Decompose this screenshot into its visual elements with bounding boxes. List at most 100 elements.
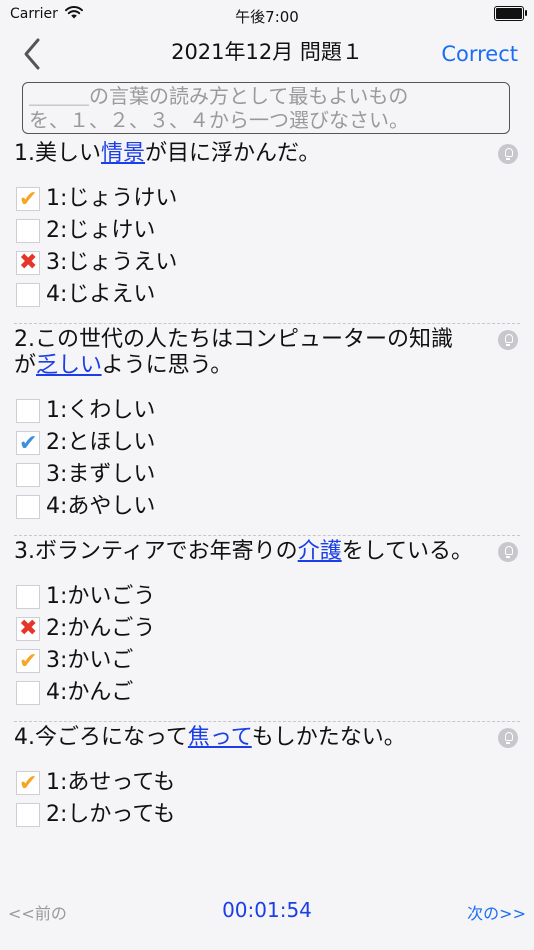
option-checkbox[interactable] bbox=[16, 463, 40, 487]
option-row[interactable]: 2:しかっても bbox=[0, 799, 534, 831]
instruction-line-1: ＿＿＿の言葉の読み方として最もよいもの bbox=[29, 84, 409, 108]
question-4: 4.今ごろになって焦ってもしかたない。 ✔ 1:あせっても 2:しかっても bbox=[0, 722, 534, 831]
option-checkbox[interactable] bbox=[16, 219, 40, 243]
option-reading: じょけい bbox=[67, 218, 156, 243]
option-number: 2: bbox=[46, 430, 68, 455]
option-checkbox[interactable]: ✖ bbox=[16, 617, 40, 641]
question-number: 1. bbox=[14, 141, 35, 166]
option-row[interactable]: 1:くわしい bbox=[0, 395, 534, 427]
checkmark-icon: ✔ bbox=[19, 649, 38, 674]
option-row[interactable]: ✖ 2:かんごう bbox=[0, 613, 534, 645]
question-number: 3. bbox=[14, 539, 35, 564]
lightbulb-hint-icon[interactable] bbox=[498, 144, 518, 164]
option-text: 2:じょけい bbox=[46, 215, 155, 247]
option-text: 4:かんご bbox=[46, 677, 133, 709]
cross-mark-icon: ✖ bbox=[19, 616, 38, 641]
option-number: 1: bbox=[46, 770, 68, 795]
option-number: 4: bbox=[46, 680, 68, 705]
option-checkbox[interactable]: ✔ bbox=[16, 771, 40, 795]
question-text-part: をしている。 bbox=[341, 539, 474, 564]
option-text: 3:かいご bbox=[46, 645, 133, 677]
option-number: 2: bbox=[46, 802, 68, 827]
status-time: 午後7:00 bbox=[235, 8, 299, 26]
option-reading: まずしい bbox=[67, 462, 156, 487]
option-number: 1: bbox=[46, 584, 68, 609]
option-row[interactable]: 4:じよえい bbox=[0, 279, 534, 311]
option-list: ✔ 1:じょうけい 2:じょけい ✖ 3:じょうえい 4:じよえい bbox=[0, 183, 534, 311]
question-text: 3.ボランティアでお年寄りの介護をしている。 bbox=[0, 536, 534, 565]
option-row[interactable]: ✔ 2:とほしい bbox=[0, 427, 534, 459]
option-text: 1:かいごう bbox=[46, 581, 155, 613]
option-row[interactable]: ✔ 3:かいご bbox=[0, 645, 534, 677]
option-text: 4:あやしい bbox=[46, 491, 155, 523]
instruction-line-2: を、１、２、３、４から一つ選びなさい。 bbox=[29, 108, 409, 132]
option-checkbox[interactable]: ✖ bbox=[16, 251, 40, 275]
option-row[interactable]: 4:かんご bbox=[0, 677, 534, 709]
option-number: 4: bbox=[46, 282, 68, 307]
question-text: 2.この世代の人たちはコンピューターの知識が乏しいように思う。 bbox=[0, 324, 534, 379]
option-reading: かいご bbox=[67, 648, 134, 673]
question-text-part: もしかたない。 bbox=[251, 725, 406, 750]
correct-button[interactable]: Correct bbox=[441, 42, 518, 66]
question-text-part: が目に浮かんだ。 bbox=[145, 141, 321, 166]
option-row[interactable]: 2:じょけい bbox=[0, 215, 534, 247]
question-text-part: 今ごろになって bbox=[35, 725, 188, 750]
option-checkbox[interactable]: ✔ bbox=[16, 187, 40, 211]
target-word: 介護 bbox=[297, 539, 342, 564]
option-number: 2: bbox=[46, 616, 68, 641]
option-reading: じょうえい bbox=[67, 250, 178, 275]
target-word: 乏しい bbox=[36, 353, 102, 378]
next-button[interactable]: 次の>> bbox=[467, 900, 526, 924]
option-reading: じよえい bbox=[67, 282, 156, 307]
status-bar: Carrier 午後7:00 bbox=[0, 0, 534, 28]
option-row[interactable]: 3:まずしい bbox=[0, 459, 534, 491]
timer: 00:01:54 bbox=[222, 898, 312, 922]
checkmark-icon: ✔ bbox=[19, 431, 38, 456]
checkmark-icon: ✔ bbox=[19, 187, 38, 212]
option-reading: かんごう bbox=[67, 616, 156, 641]
lightbulb-hint-icon[interactable] bbox=[498, 728, 518, 748]
option-text: 2:しかっても bbox=[46, 799, 175, 831]
option-number: 3: bbox=[46, 250, 68, 275]
option-row[interactable]: 1:かいごう bbox=[0, 581, 534, 613]
option-list: 1:かいごう ✖ 2:かんごう ✔ 3:かいご 4:かんご bbox=[0, 581, 534, 709]
question-text: 1.美しい情景が目に浮かんだ。 bbox=[0, 138, 534, 167]
checkmark-icon: ✔ bbox=[19, 771, 38, 796]
option-text: 2:かんごう bbox=[46, 613, 155, 645]
option-text: 2:とほしい bbox=[46, 427, 155, 459]
option-checkbox[interactable]: ✔ bbox=[16, 431, 40, 455]
option-number: 1: bbox=[46, 398, 68, 423]
option-row[interactable]: 4:あやしい bbox=[0, 491, 534, 523]
question-text-part: 美しい bbox=[35, 141, 102, 166]
option-reading: あやしい bbox=[67, 494, 156, 519]
option-checkbox[interactable] bbox=[16, 681, 40, 705]
option-checkbox[interactable] bbox=[16, 399, 40, 423]
target-word: 情景 bbox=[101, 141, 146, 166]
lightbulb-hint-icon[interactable] bbox=[498, 330, 518, 350]
option-text: 3:まずしい bbox=[46, 459, 155, 491]
option-row[interactable]: ✔ 1:じょうけい bbox=[0, 183, 534, 215]
option-reading: あせっても bbox=[67, 770, 176, 795]
question-text: 4.今ごろになって焦ってもしかたない。 bbox=[0, 722, 534, 751]
lightbulb-hint-icon[interactable] bbox=[498, 542, 518, 562]
option-checkbox[interactable]: ✔ bbox=[16, 649, 40, 673]
option-text: 1:くわしい bbox=[46, 395, 155, 427]
navigation-bar: 2021年12月 問題１ Correct bbox=[0, 28, 534, 80]
option-checkbox[interactable] bbox=[16, 283, 40, 307]
option-number: 1: bbox=[46, 186, 68, 211]
question-list[interactable]: 1.美しい情景が目に浮かんだ。 ✔ 1:じょうけい 2:じょけい ✖ 3:じょうえい 4:じ… bbox=[0, 138, 534, 864]
option-reading: じょうけい bbox=[67, 186, 178, 211]
question-1: 1.美しい情景が目に浮かんだ。 ✔ 1:じょうけい 2:じょけい ✖ 3:じょうえい 4:じ… bbox=[0, 138, 534, 324]
option-text: 1:あせっても bbox=[46, 767, 175, 799]
option-checkbox[interactable] bbox=[16, 803, 40, 827]
option-number: 3: bbox=[46, 648, 68, 673]
question-2: 2.この世代の人たちはコンピューターの知識が乏しいように思う。 1:くわしい ✔ 2:… bbox=[0, 324, 534, 536]
option-reading: とほしい bbox=[67, 430, 156, 455]
question-number: 2. bbox=[14, 327, 35, 352]
option-reading: かんご bbox=[67, 680, 134, 705]
option-checkbox[interactable] bbox=[16, 495, 40, 519]
option-list: 1:くわしい ✔ 2:とほしい 3:まずしい 4:あやしい bbox=[0, 395, 534, 523]
option-checkbox[interactable] bbox=[16, 585, 40, 609]
option-row[interactable]: ✖ 3:じょうえい bbox=[0, 247, 534, 279]
option-row[interactable]: ✔ 1:あせっても bbox=[0, 767, 534, 799]
